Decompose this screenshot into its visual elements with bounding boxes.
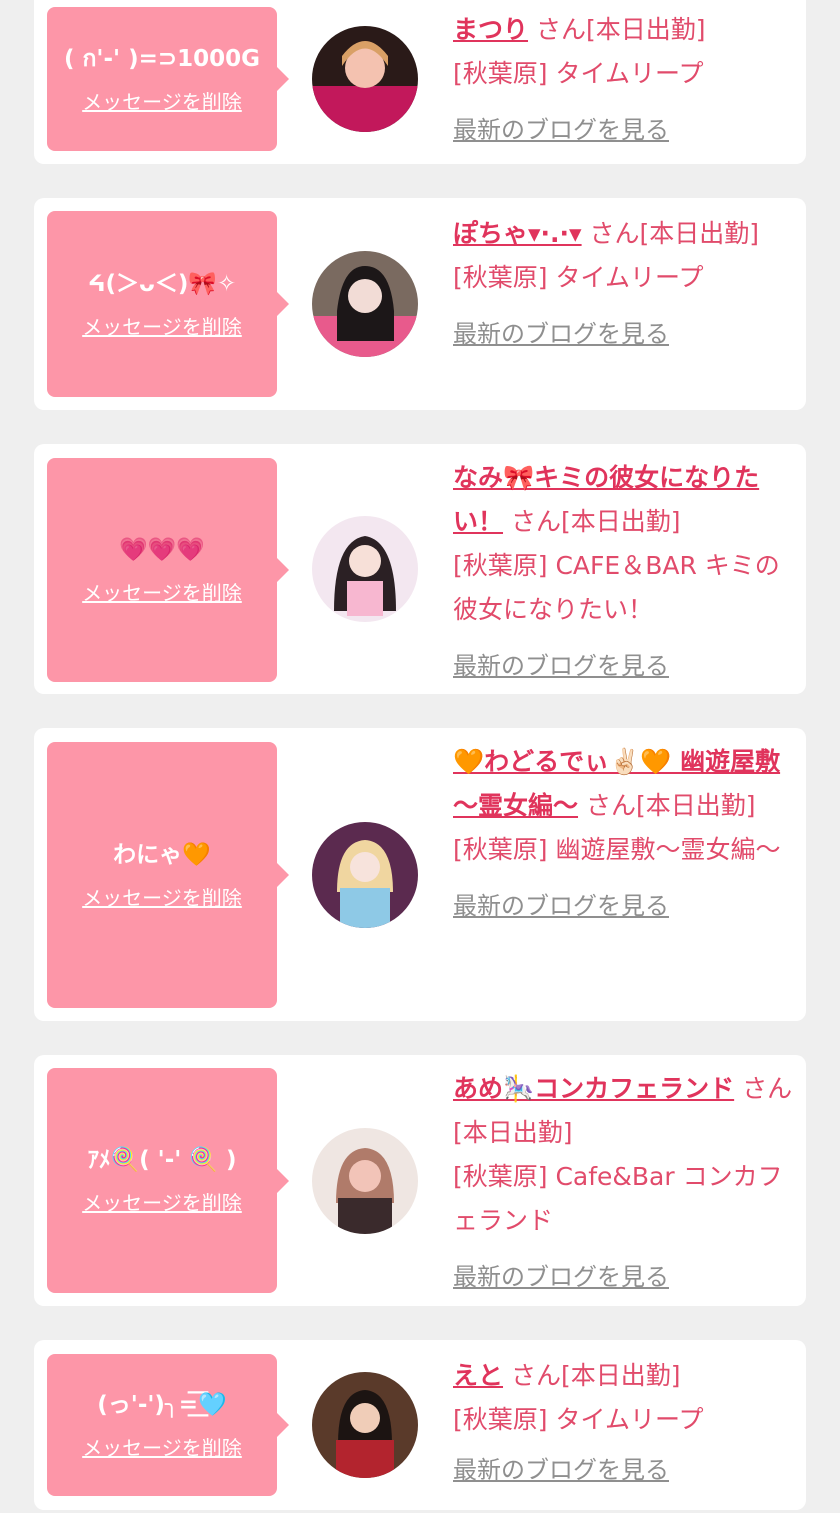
message-text: わにゃ🧡 — [113, 841, 211, 868]
message-card: (っ'-')╮=͟͟͞͞🩵 メッセージを削除 えと さん[本日出勤] [秋葉原]… — [34, 1340, 806, 1510]
delete-message-link[interactable]: メッセージを削除 — [82, 86, 242, 115]
shop-name: [秋葉原] タイムリープ — [453, 1405, 704, 1434]
avatar[interactable] — [312, 26, 418, 132]
cast-status: さん[本日出勤] — [510, 1361, 681, 1390]
avatar-image — [312, 1372, 418, 1478]
delete-message-link[interactable]: メッセージを削除 — [82, 1432, 242, 1461]
message-bubble: ᔦ(＞ᴗ＜)🎀✧ メッセージを削除 — [47, 211, 289, 397]
avatar-image — [312, 26, 418, 132]
avatar[interactable] — [312, 516, 418, 622]
avatar[interactable] — [312, 1372, 418, 1478]
cast-name-link[interactable]: あめ🎠コンカフェランド — [453, 1074, 734, 1103]
cast-name-link[interactable]: まつり — [453, 15, 528, 44]
cast-info: ぽちゃ▾·.·▾ さん[本日出勤] [秋葉原] タイムリープ 最新のブログを見る — [453, 212, 793, 356]
latest-blog-link[interactable]: 最新のブログを見る — [453, 108, 669, 152]
shop-name: [秋葉原] タイムリープ — [453, 263, 704, 292]
message-text: ( ก'-' )=⊃1000G — [63, 45, 261, 72]
cast-info: なみ🎀キミの彼女になりたい！ さん[本日出勤] [秋葉原] CAFE＆BAR キ… — [453, 456, 793, 688]
delete-message-link[interactable]: メッセージを削除 — [82, 311, 242, 340]
latest-blog-link[interactable]: 最新のブログを見る — [453, 1255, 669, 1299]
shop-name: [秋葉原] CAFE＆BAR キミの彼女になりたい！ — [453, 551, 780, 624]
latest-blog-link[interactable]: 最新のブログを見る — [453, 1448, 669, 1492]
delete-message-link[interactable]: メッセージを削除 — [82, 1187, 242, 1216]
delete-message-link[interactable]: メッセージを削除 — [82, 577, 242, 606]
avatar-image — [312, 822, 418, 928]
latest-blog-link[interactable]: 最新のブログを見る — [453, 884, 669, 928]
avatar-image — [312, 516, 418, 622]
shop-name: [秋葉原] 幽遊屋敷〜霊女編〜 — [453, 835, 781, 864]
message-text: ᔦ(＞ᴗ＜)🎀✧ — [87, 270, 237, 297]
message-bubble: わにゃ🧡 メッセージを削除 — [47, 742, 289, 1008]
avatar-image — [312, 251, 418, 357]
cast-info: あめ🎠コンカフェランド さん[本日出勤] [秋葉原] Cafe&Bar コンカフ… — [453, 1067, 793, 1299]
message-bubble: (っ'-')╮=͟͟͞͞🩵 メッセージを削除 — [47, 1354, 289, 1496]
cast-info: 🧡わどるでぃ✌🏻🧡 幽遊屋敷 〜霊女編〜 さん[本日出勤] [秋葉原] 幽遊屋敷… — [453, 740, 793, 928]
avatar[interactable] — [312, 822, 418, 928]
cast-info: えと さん[本日出勤] [秋葉原] タイムリープ 最新のブログを見る — [453, 1354, 793, 1492]
latest-blog-link[interactable]: 最新のブログを見る — [453, 644, 669, 688]
avatar[interactable] — [312, 1128, 418, 1234]
latest-blog-link[interactable]: 最新のブログを見る — [453, 312, 669, 356]
message-card: 💗💗💗 メッセージを削除 なみ🎀キミの彼女になりたい！ さん[本日出勤] [秋葉… — [34, 444, 806, 694]
message-bubble: ( ก'-' )=⊃1000G メッセージを削除 — [47, 7, 289, 151]
message-text: 💗💗💗 — [119, 536, 205, 563]
cast-name-link[interactable]: ぽちゃ▾·.·▾ — [453, 219, 582, 248]
message-text: (っ'-')╮=͟͟͞͞🩵 — [97, 1391, 227, 1418]
delete-message-link[interactable]: メッセージを削除 — [82, 882, 242, 911]
cast-status: さん[本日出勤] — [510, 507, 681, 536]
shop-name: [秋葉原] タイムリープ — [453, 59, 704, 88]
avatar-image — [312, 1128, 418, 1234]
message-card: ｱﾒ🍭( '-' 🍭 ) メッセージを削除 あめ🎠コンカフェランド さん[本日出… — [34, 1055, 806, 1306]
cast-status: さん[本日出勤] — [535, 15, 706, 44]
message-card: ( ก'-' )=⊃1000G メッセージを削除 まつり さん[本日出勤] [秋… — [34, 0, 806, 164]
message-card: ᔦ(＞ᴗ＜)🎀✧ メッセージを削除 ぽちゃ▾·.·▾ さん[本日出勤] [秋葉原… — [34, 198, 806, 410]
avatar[interactable] — [312, 251, 418, 357]
message-text: ｱﾒ🍭( '-' 🍭 ) — [87, 1147, 237, 1173]
message-card: わにゃ🧡 メッセージを削除 🧡わどるでぃ✌🏻🧡 幽遊屋敷 〜霊女編〜 さん[本日… — [34, 728, 806, 1021]
cast-status: さん[本日出勤] — [585, 791, 756, 820]
shop-name: [秋葉原] Cafe&Bar コンカフェランド — [453, 1162, 783, 1235]
message-bubble: ｱﾒ🍭( '-' 🍭 ) メッセージを削除 — [47, 1068, 289, 1293]
cast-name-link[interactable]: えと — [453, 1361, 503, 1390]
message-bubble: 💗💗💗 メッセージを削除 — [47, 458, 289, 682]
cast-info: まつり さん[本日出勤] [秋葉原] タイムリープ 最新のブログを見る — [453, 8, 793, 152]
cast-status: さん[本日出勤] — [589, 219, 760, 248]
